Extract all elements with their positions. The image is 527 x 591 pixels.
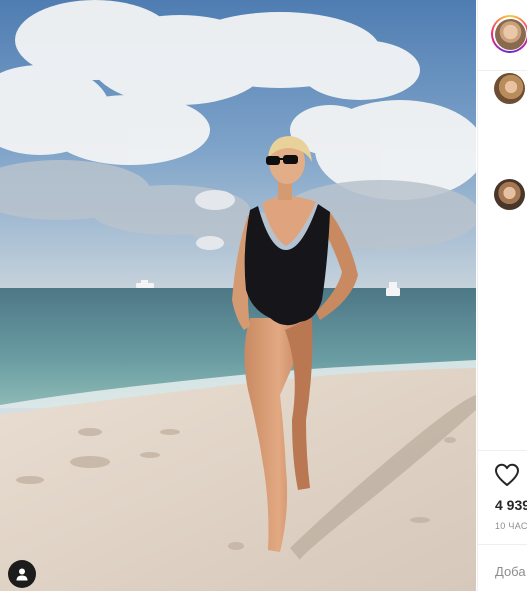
tagged-users-button[interactable]: [8, 560, 36, 588]
comment-input[interactable]: [495, 564, 527, 579]
post-side-panel: 4 939 10 час: [477, 0, 527, 591]
comment-avatar[interactable]: [494, 73, 525, 104]
post-image: [0, 0, 476, 591]
post-photo[interactable]: [0, 0, 476, 591]
header-divider: [478, 70, 527, 71]
like-count[interactable]: 4 939: [495, 497, 527, 513]
user-tag-icon: [16, 568, 28, 581]
comment-divider: [478, 544, 527, 545]
author-avatar[interactable]: [491, 15, 527, 53]
like-button[interactable]: [494, 463, 520, 487]
actions-divider: [478, 450, 527, 451]
author-avatar-image: [494, 18, 526, 50]
post-time[interactable]: 10 час: [495, 521, 527, 531]
heart-icon: [495, 463, 519, 486]
comment-avatar[interactable]: [494, 179, 525, 210]
